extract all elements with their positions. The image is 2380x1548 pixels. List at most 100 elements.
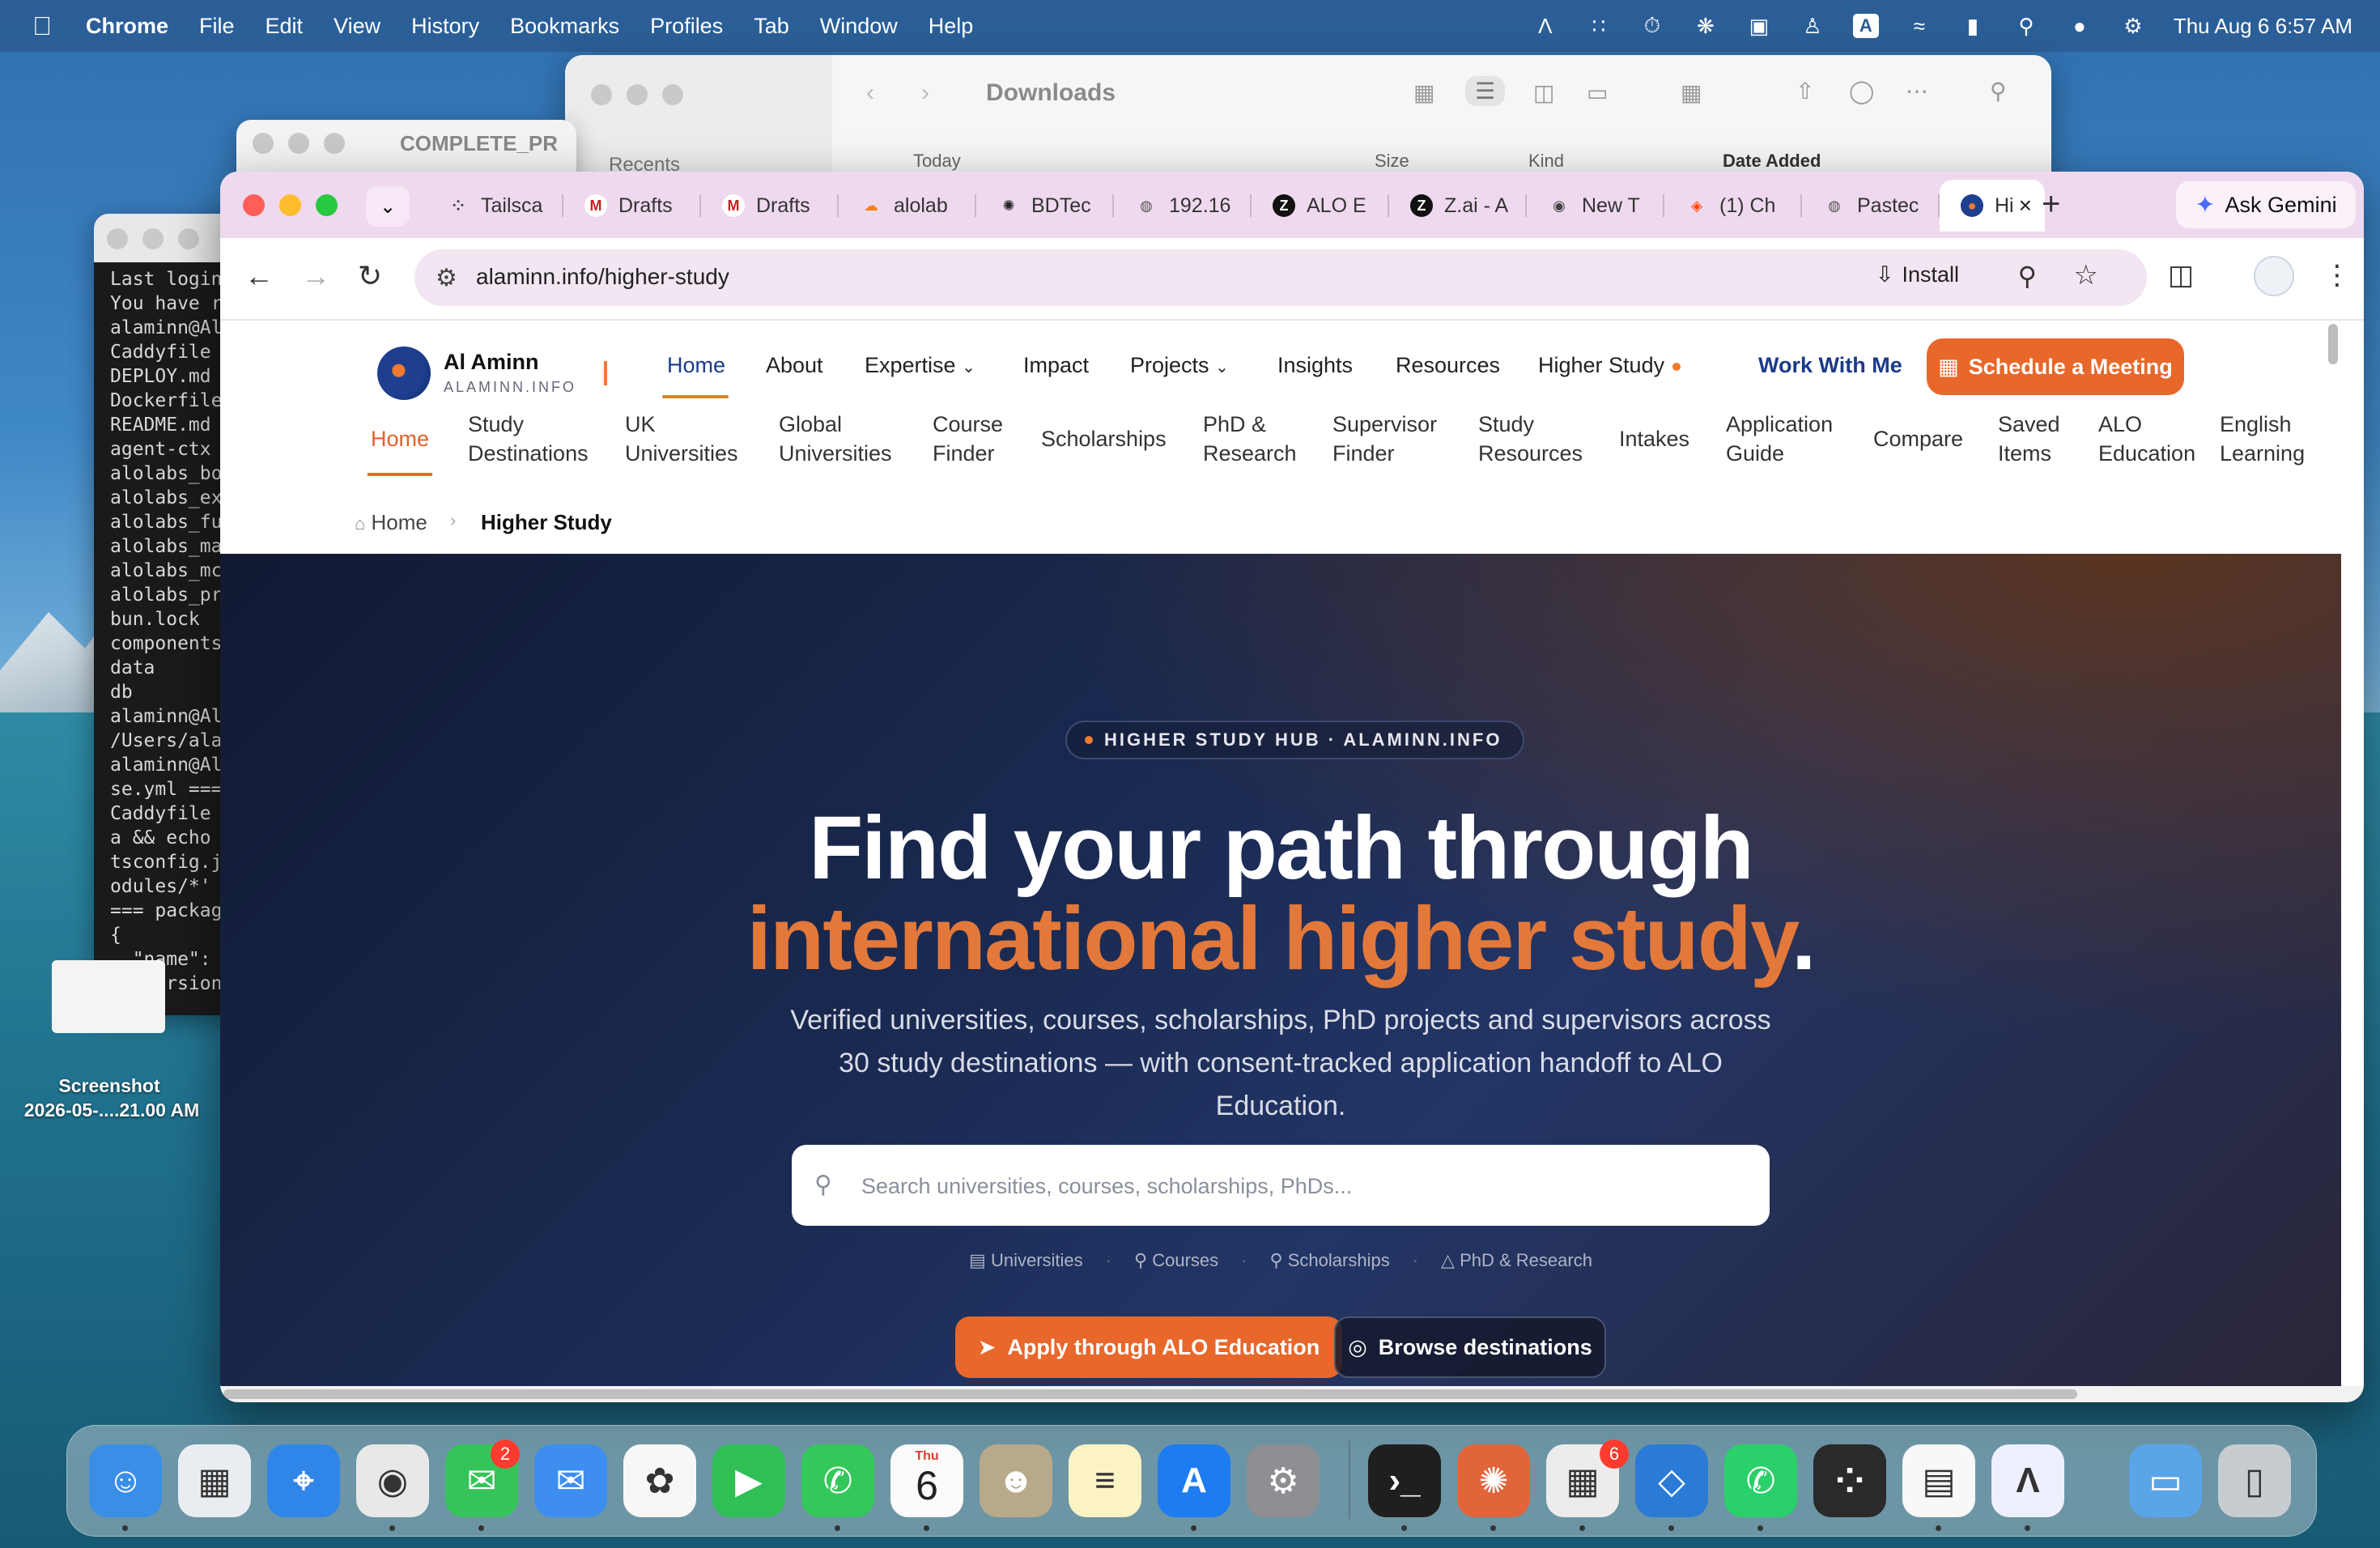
browser-tab[interactable]: ✺ BDTec — [976, 180, 1114, 232]
hero-search-box[interactable]: ⚲ — [792, 1145, 1770, 1226]
nav-insights[interactable]: Insights — [1277, 353, 1353, 378]
dock-launchpad-icon[interactable]: ▦ — [178, 1444, 251, 1517]
siri-icon[interactable]: ● — [2067, 14, 2093, 38]
nav-resources[interactable]: Resources — [1396, 353, 1500, 378]
grid-status-icon[interactable]: ∷ — [1586, 14, 1612, 38]
tab-search-button[interactable]: ⌄ — [366, 186, 410, 227]
subnav-item[interactable]: Application Guide — [1726, 410, 1833, 468]
finder-share-icon[interactable]: ⇧ — [1796, 78, 1814, 104]
browser-tab[interactable]: ◍ 192.16 — [1114, 180, 1252, 232]
site-settings-icon[interactable]: ⚙ — [436, 264, 457, 292]
menu-edit[interactable]: Edit — [266, 14, 304, 39]
dock-notes-icon[interactable]: ≡ — [1069, 1444, 1141, 1517]
menu-bookmarks[interactable]: Bookmarks — [510, 14, 619, 39]
finder-list-view-icon[interactable]: ☰ — [1465, 76, 1506, 106]
menubar-clock[interactable]: Thu Aug 6 6:57 AM — [2174, 14, 2352, 39]
dock-downloads-icon[interactable]: ▭ — [2129, 1444, 2202, 1517]
subnav-item[interactable]: Saved Items — [1998, 410, 2060, 468]
site-logo-icon[interactable] — [377, 347, 431, 400]
hero-search-input[interactable] — [860, 1161, 1737, 1211]
menu-window[interactable]: Window — [820, 14, 898, 39]
nav-higher-study[interactable]: Higher Study — [1538, 353, 1681, 378]
subnav-item[interactable]: Study Destinations — [468, 410, 589, 468]
subnav-item[interactable]: Global Universities — [779, 410, 892, 468]
more-menu-icon[interactable]: ⋮ — [2323, 259, 2351, 291]
vertical-scrollbar[interactable] — [2328, 324, 2338, 364]
bookmark-star-icon[interactable]: ☆ — [2074, 259, 2098, 291]
dock-facetime-icon[interactable]: ▶ — [712, 1444, 785, 1517]
browser-tab[interactable]: ⁘ Tailsca — [426, 180, 563, 232]
minimize-window-button[interactable] — [279, 194, 301, 216]
zoom-window-button[interactable] — [316, 194, 338, 216]
wifi-icon[interactable]: ≈ — [1906, 14, 1932, 38]
input-source-icon[interactable]: A — [1852, 14, 1879, 38]
subnav-item[interactable]: Home — [371, 424, 429, 453]
close-window-button[interactable] — [243, 194, 265, 216]
screen-capture-icon[interactable]: ▣ — [1746, 14, 1772, 38]
nav-about[interactable]: About — [766, 353, 823, 378]
browser-tab[interactable]: Z Z.ai - A — [1389, 180, 1527, 232]
accessibility-icon[interactable]: ♙ — [1800, 14, 1825, 38]
dock-safari-icon[interactable]: ⌖ — [267, 1444, 340, 1517]
subnav-item[interactable]: Supervisor Finder — [1332, 410, 1437, 468]
menu-tab[interactable]: Tab — [754, 14, 789, 39]
dock-arc-icon[interactable]: Λ — [1991, 1444, 2064, 1517]
site-name[interactable]: Al Aminn — [444, 350, 539, 375]
finder-traffic-lights[interactable] — [591, 84, 683, 105]
chip-scholarships[interactable]: ⚲ Scholarships — [1270, 1250, 1390, 1271]
dock-contacts-icon[interactable]: ☻ — [980, 1444, 1052, 1517]
dock-phone-icon[interactable]: ✆ — [801, 1444, 874, 1517]
dock-photos-icon[interactable]: ✿ — [623, 1444, 696, 1517]
ask-gemini-button[interactable]: ✦ Ask Gemini — [2176, 181, 2356, 228]
menu-file[interactable]: File — [199, 14, 235, 39]
finder-group-icon[interactable]: ▦ — [1681, 79, 1702, 106]
chip-courses[interactable]: ⚲ Courses — [1134, 1250, 1218, 1271]
terminal-window[interactable]: Last login You have r alaminn@Al Caddyfi… — [94, 214, 240, 1015]
nav-home[interactable]: Home — [667, 353, 725, 378]
subnav-item[interactable]: Intakes — [1619, 424, 1689, 453]
work-with-me-link[interactable]: Work With Me — [1758, 353, 1902, 378]
breadcrumb-home[interactable]: ⌂ Home — [355, 510, 427, 535]
zoom-icon[interactable]: ⚲ — [2018, 261, 2037, 291]
spotlight-search-icon[interactable]: ⚲ — [2013, 14, 2039, 38]
dock-mail-icon[interactable]: ✉ — [534, 1444, 607, 1517]
finder-tag-icon[interactable]: ◯ — [1849, 78, 1874, 104]
address-url[interactable]: alaminn.info/higher-study — [476, 264, 729, 290]
browser-tab[interactable]: ◍ Pastec — [1802, 180, 1940, 232]
subnav-item[interactable]: Scholarships — [1041, 424, 1167, 453]
dock-terminal-icon[interactable]: ›_ — [1368, 1444, 1441, 1517]
new-tab-button[interactable]: + — [2042, 186, 2060, 223]
finder-col-size[interactable]: Size — [1375, 151, 1409, 172]
finder-gallery-view-icon[interactable]: ▭ — [1587, 79, 1608, 106]
dock-system-settings-icon[interactable]: ⚙ — [1247, 1444, 1320, 1517]
finder-column-view-icon[interactable]: ◫ — [1533, 79, 1554, 106]
nav-expertise[interactable]: Expertise ⌄ — [865, 353, 975, 378]
browser-tab[interactable]: M Drafts — [563, 180, 701, 232]
browse-destinations-button[interactable]: ◎ Browse destinations — [1334, 1316, 1606, 1378]
dock-calendar-icon[interactable]: Thu 6 — [890, 1444, 963, 1517]
dock-chrome-icon[interactable]: ◉ — [356, 1444, 429, 1517]
address-bar[interactable]: ⚙ alaminn.info/higher-study ⇩ Install ⚲ ☆ — [414, 249, 2147, 306]
browser-tab[interactable]: ◈ (1) Ch — [1664, 180, 1802, 232]
menu-profiles[interactable]: Profiles — [650, 14, 723, 39]
desktop-file-date[interactable]: 2026-05-....21.00 AM — [6, 1099, 217, 1121]
finder-icon-view-icon[interactable]: ▦ — [1413, 79, 1434, 106]
claude-status-icon[interactable]: ❋ — [1693, 14, 1719, 38]
subnav-item[interactable]: Compare — [1873, 424, 1963, 453]
subnav-item[interactable]: ALO Education — [2098, 410, 2195, 468]
reload-icon[interactable]: ↻ — [358, 259, 382, 293]
horizontal-scrollbar[interactable] — [223, 1389, 2077, 1399]
forward-arrow-icon[interactable]: → — [301, 259, 330, 293]
chip-phd-research[interactable]: △ PhD & Research — [1441, 1250, 1592, 1271]
install-app-button[interactable]: ⇩ Install — [1876, 262, 1959, 287]
extensions-icon[interactable]: ◫ — [2168, 259, 2194, 291]
menu-history[interactable]: History — [411, 14, 479, 39]
finder-search-icon[interactable]: ⚲ — [1990, 78, 2007, 104]
desktop-screenshot-thumbnail[interactable] — [52, 960, 165, 1033]
dock-claude-icon[interactable]: ✺ — [1457, 1444, 1530, 1517]
finder-col-date-added[interactable]: Date Added — [1723, 151, 1821, 172]
dock-finder-icon[interactable]: ☺ — [89, 1444, 162, 1517]
apple-icon[interactable]:  — [32, 11, 57, 41]
doc-traffic-lights[interactable] — [253, 133, 345, 154]
browser-tab[interactable]: ◉ New T — [1527, 180, 1664, 232]
